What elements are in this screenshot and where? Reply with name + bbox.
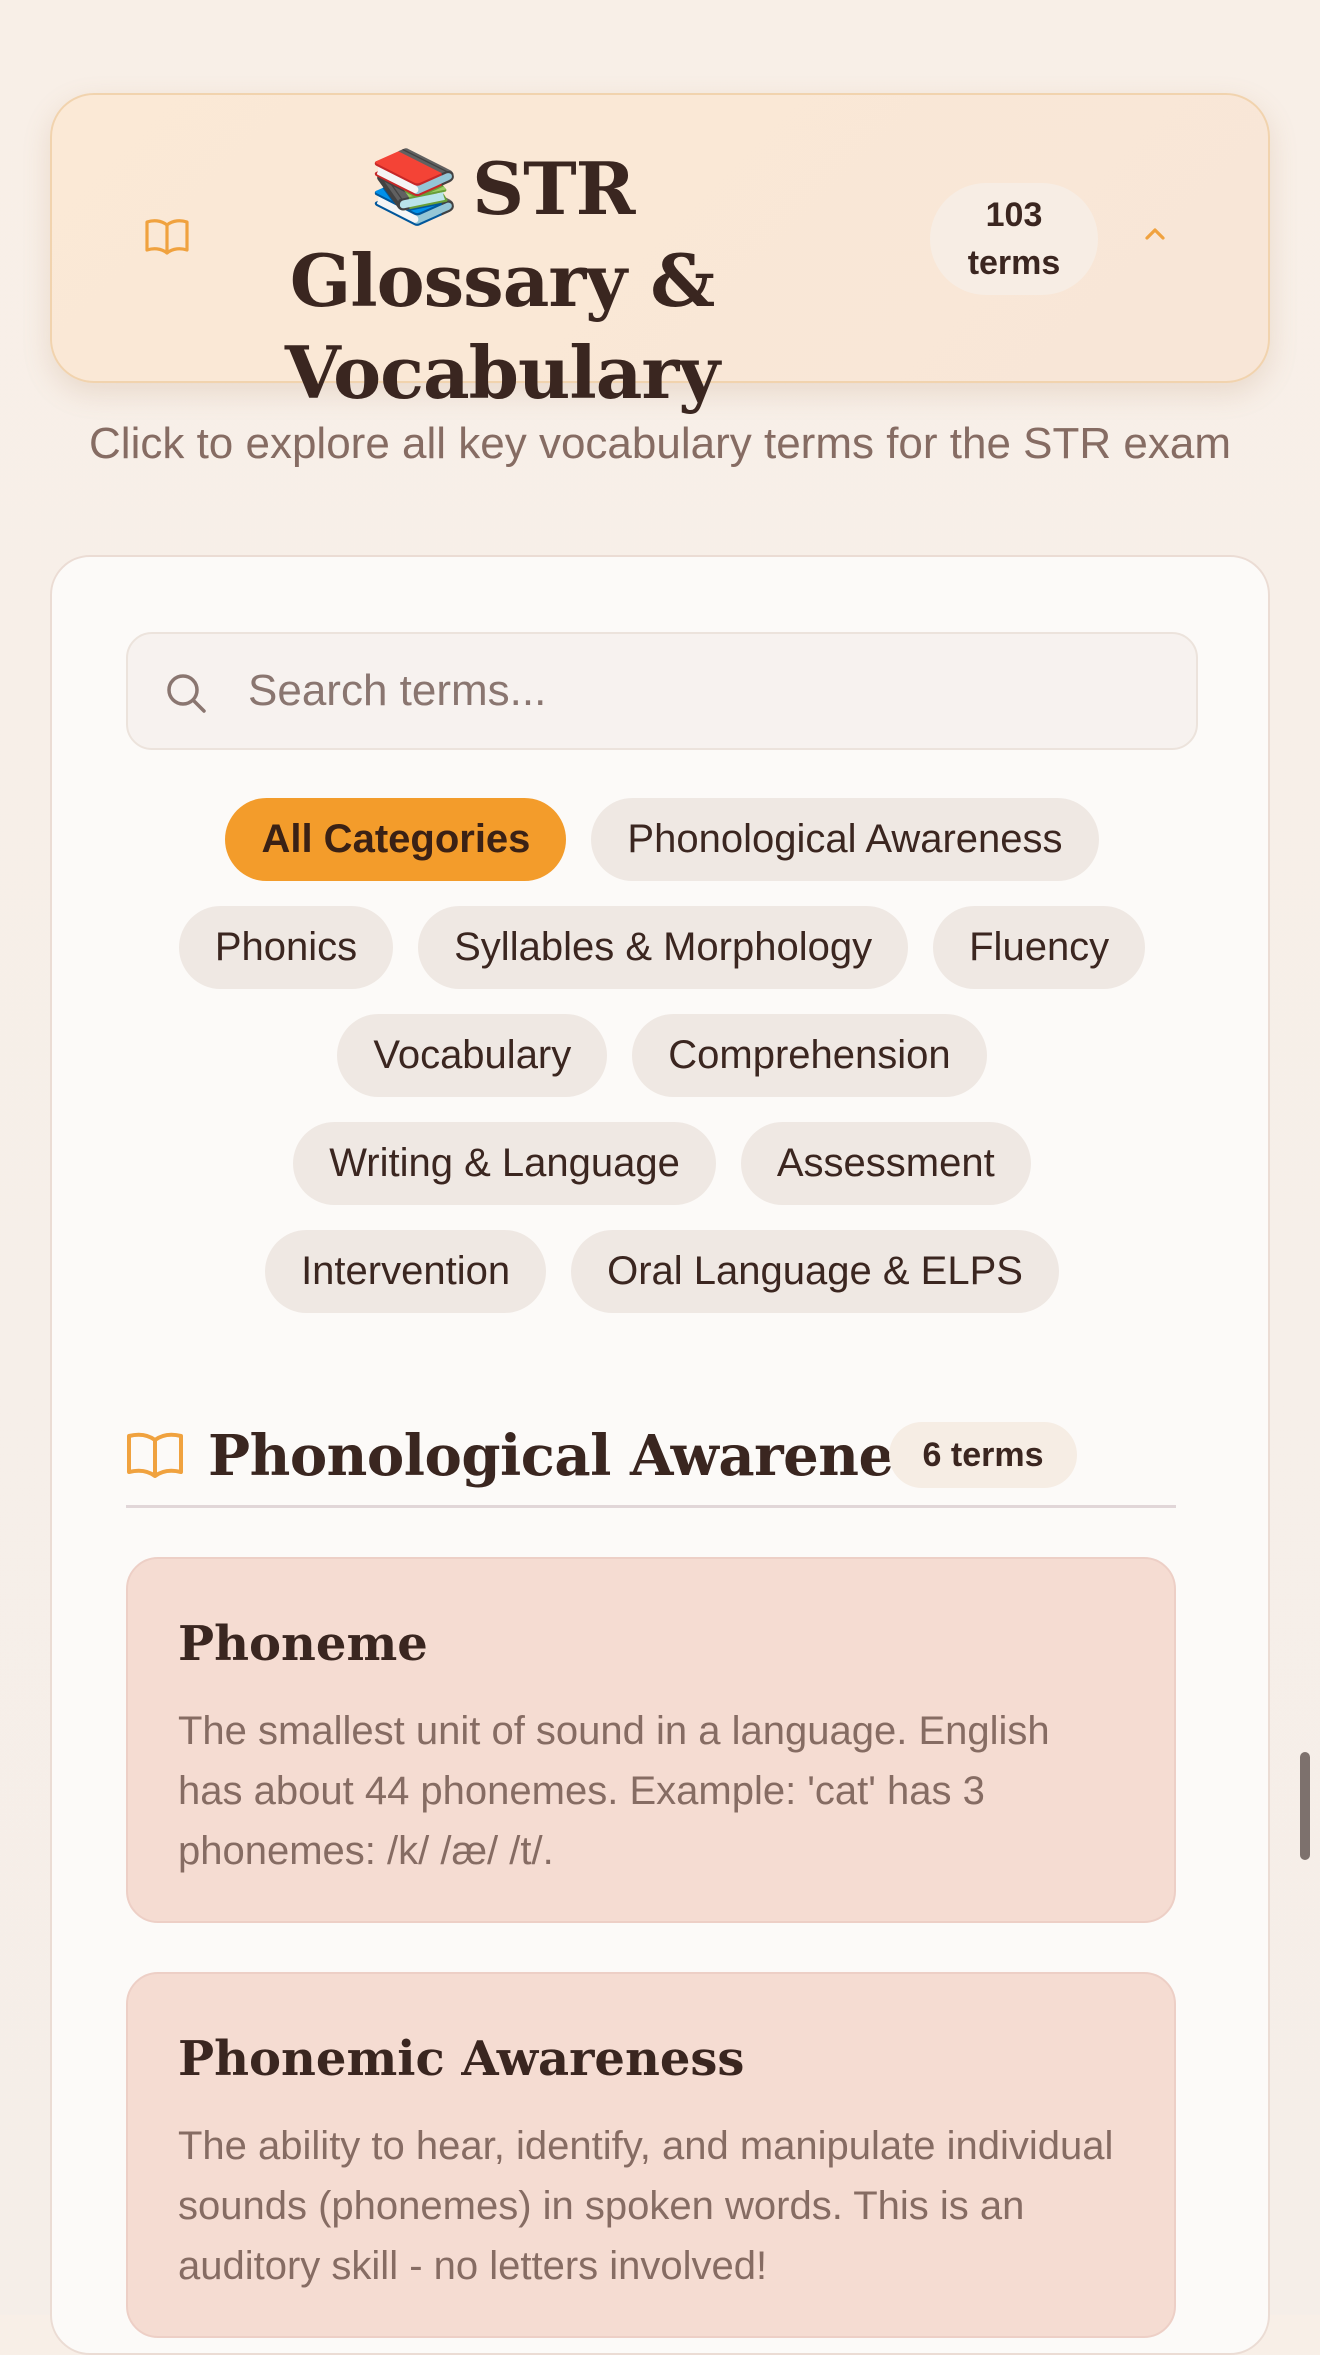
- scrollbar-thumb[interactable]: [1300, 1752, 1310, 1860]
- category-chip-fluency[interactable]: Fluency: [933, 906, 1146, 989]
- search-input[interactable]: [248, 634, 1168, 748]
- category-chip-assessment[interactable]: Assessment: [740, 1122, 1031, 1205]
- term-definition: The ability to hear, identify, and manip…: [178, 2124, 1114, 2288]
- term-card[interactable]: Phonemic Awareness The ability to hear, …: [126, 1972, 1176, 2338]
- books-emoji-icon: 📚: [369, 143, 459, 228]
- total-terms-number: 103: [985, 196, 1043, 234]
- category-chip-phonological-awareness[interactable]: Phonological Awareness: [591, 798, 1099, 881]
- section-header-phonological-awareness: Phonological Awareness 6 terms: [126, 1412, 1176, 1508]
- total-terms-badge: 103 terms: [930, 183, 1098, 295]
- search-icon: [167, 674, 206, 713]
- category-chip-row: Writing & Language Assessment: [92, 1122, 1232, 1205]
- total-terms-unit: terms: [967, 244, 1061, 282]
- glossary-title-text: STR Glossary & Vocabulary: [284, 146, 720, 415]
- open-book-icon: [127, 1432, 183, 1478]
- term-title: Phonemic Awareness: [178, 2031, 745, 2087]
- search-box[interactable]: [126, 632, 1198, 750]
- term-card[interactable]: Phoneme The smallest unit of sound in a …: [126, 1557, 1176, 1923]
- category-chip-comprehension[interactable]: Comprehension: [632, 1014, 987, 1097]
- glossary-header-toggle[interactable]: 📚 STR Glossary & Vocabulary 103 terms: [50, 93, 1270, 415]
- category-chip-oral-language-elps[interactable]: Oral Language & ELPS: [571, 1230, 1059, 1313]
- category-chip-phonics[interactable]: Phonics: [178, 906, 394, 989]
- section-term-count-badge: 6 terms: [889, 1422, 1077, 1488]
- category-chip-row: Intervention Oral Language & ELPS: [92, 1230, 1232, 1313]
- glossary-subtitle: Click to explore all key vocabulary term…: [89, 419, 1231, 468]
- category-chip-row: Vocabulary Comprehension: [92, 1014, 1232, 1097]
- term-definition: The smallest unit of sound in a language…: [178, 1709, 1050, 1873]
- category-chip-vocabulary[interactable]: Vocabulary: [337, 1014, 608, 1097]
- chevron-up-icon[interactable]: [1138, 219, 1172, 249]
- category-chip-row: Phonics Syllables & Morphology Fluency: [92, 906, 1232, 989]
- category-chip-writing-language[interactable]: Writing & Language: [293, 1122, 716, 1205]
- term-title: Phoneme: [178, 1616, 428, 1672]
- category-filter-chips: All Categories Phonological Awareness Ph…: [92, 798, 1232, 1338]
- open-book-icon: [145, 219, 189, 255]
- glossary-title: 📚 STR Glossary & Vocabulary: [247, 143, 757, 419]
- category-chip-all[interactable]: All Categories: [225, 798, 567, 881]
- category-chip-row: All Categories Phonological Awareness: [92, 798, 1232, 881]
- category-chip-intervention[interactable]: Intervention: [265, 1230, 547, 1313]
- category-chip-syllables-morphology[interactable]: Syllables & Morphology: [418, 906, 909, 989]
- section-title: Phonological Awareness: [208, 1423, 956, 1489]
- glossary-panel: All Categories Phonological Awareness Ph…: [50, 555, 1270, 2355]
